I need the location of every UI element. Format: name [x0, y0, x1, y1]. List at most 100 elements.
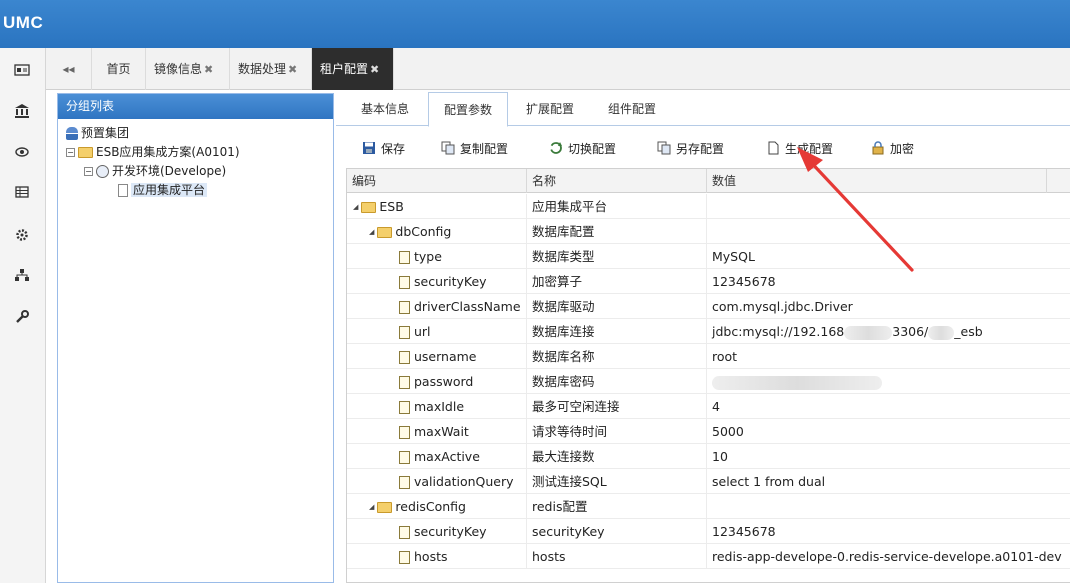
- tab-extended-config[interactable]: 扩展配置: [510, 92, 590, 126]
- cell-value[interactable]: 12345678: [707, 269, 1070, 294]
- cell-value[interactable]: 4: [707, 394, 1070, 419]
- table-row[interactable]: url 数据库连接 jdbc:mysql://192.168 3306/ _esb: [347, 319, 1070, 344]
- config-tree-grid: 编码 名称 数值 ◢ ESB 应用集成平台 ◢ dbConfig 数据库配置 type 数据库…: [346, 168, 1070, 583]
- cell-value[interactable]: redis-app-develope-0.redis-service-devel…: [707, 544, 1070, 569]
- tab-data-processing[interactable]: 数据处理 ✖: [230, 48, 312, 90]
- folder-icon: [377, 227, 393, 238]
- cell-code: url: [347, 319, 527, 344]
- tab-tenant-config[interactable]: 租户配置 ✖: [312, 48, 394, 90]
- document-icon: [399, 376, 410, 389]
- table-row[interactable]: maxWait 请求等待时间 5000: [347, 419, 1070, 444]
- table-row[interactable]: ◢ redisConfig redis配置: [347, 494, 1070, 519]
- collapse-toggle-icon[interactable]: −: [66, 148, 75, 157]
- table-row[interactable]: type 数据库类型 MySQL: [347, 244, 1070, 269]
- page-tab-bar: ◂◂ 首页 镜像信息 ✖ 数据处理 ✖ 租户配置 ✖: [46, 48, 1070, 90]
- table-row[interactable]: password 数据库密码: [347, 369, 1070, 394]
- copy-icon: [657, 141, 671, 155]
- tree-node-esb-solution[interactable]: − ESB应用集成方案(A0101): [66, 143, 240, 161]
- document-icon: [399, 476, 410, 489]
- table-row[interactable]: driverClassName 数据库驱动 com.mysql.jdbc.Drive…: [347, 294, 1070, 319]
- collapse-toggle-icon[interactable]: −: [84, 167, 93, 176]
- panel-title: 分组列表: [58, 94, 333, 119]
- cell-name: 数据库配置: [527, 219, 707, 244]
- encrypt-button[interactable]: 加密: [871, 139, 914, 159]
- tree-node-app-platform[interactable]: 应用集成平台: [118, 181, 208, 199]
- tab-config-params[interactable]: 配置参数: [428, 92, 508, 127]
- code-text: securityKey: [414, 524, 487, 539]
- cell-code: securityKey: [347, 269, 527, 294]
- save-button[interactable]: 保存: [362, 139, 405, 159]
- button-label: 加密: [890, 142, 915, 156]
- cell-value[interactable]: 12345678: [707, 519, 1070, 544]
- bank-icon[interactable]: [14, 103, 30, 119]
- grid-header: 编码 名称 数值: [347, 169, 1070, 193]
- sitemap-icon[interactable]: [14, 267, 30, 283]
- switch-config-button[interactable]: 切换配置: [549, 139, 616, 159]
- cell-name: 请求等待时间: [527, 419, 707, 444]
- content-tab-strip: 基本信息 配置参数 扩展配置 组件配置: [336, 90, 1070, 127]
- button-label: 生成配置: [785, 142, 834, 156]
- eye-icon[interactable]: [14, 144, 30, 160]
- table-row[interactable]: username 数据库名称 root: [347, 344, 1070, 369]
- table-row[interactable]: ◢ ESB 应用集成平台: [347, 194, 1070, 219]
- cell-value[interactable]: [707, 219, 1070, 244]
- cell-value[interactable]: 10: [707, 444, 1070, 469]
- code-text: type: [414, 249, 442, 264]
- table-row[interactable]: hosts hosts redis-app-develope-0.redis-ser…: [347, 544, 1070, 569]
- tree-node-preset-group[interactable]: 预置集团: [66, 124, 129, 142]
- column-header-code[interactable]: 编码: [347, 169, 527, 193]
- cell-code: ◢ dbConfig: [347, 219, 527, 244]
- cell-value[interactable]: MySQL: [707, 244, 1070, 269]
- document-icon: [399, 451, 410, 464]
- table-row[interactable]: securityKey 加密算子 12345678: [347, 269, 1070, 294]
- generate-config-button[interactable]: 生成配置: [766, 139, 833, 159]
- document-icon: [399, 276, 410, 289]
- column-header-name[interactable]: 名称: [527, 169, 707, 193]
- table-row[interactable]: maxIdle 最多可空闲连接 4: [347, 394, 1070, 419]
- column-header-value[interactable]: 数值: [707, 169, 1047, 193]
- id-card-icon[interactable]: [14, 62, 30, 78]
- document-icon: [399, 551, 410, 564]
- cell-value[interactable]: root: [707, 344, 1070, 369]
- tree-node-dev-env[interactable]: − 开发环境(Develope): [84, 162, 226, 180]
- tab-home[interactable]: 首页: [92, 48, 146, 90]
- code-text: maxWait: [414, 424, 469, 439]
- tab-scroll-left-button[interactable]: ◂◂: [46, 48, 92, 90]
- table-row[interactable]: maxActive 最大连接数 10: [347, 444, 1070, 469]
- copy-config-button[interactable]: 复制配置: [441, 139, 508, 159]
- close-icon[interactable]: ✖: [370, 63, 379, 76]
- cell-value[interactable]: jdbc:mysql://192.168 3306/ _esb: [707, 319, 1070, 344]
- table-row[interactable]: validationQuery 测试连接SQL select 1 from dual: [347, 469, 1070, 494]
- button-label: 保存: [381, 142, 406, 156]
- cell-value[interactable]: 5000: [707, 419, 1070, 444]
- gear-icon[interactable]: [14, 227, 30, 243]
- list-icon[interactable]: [14, 184, 30, 200]
- close-icon[interactable]: ✖: [204, 63, 213, 76]
- button-label: 切换配置: [568, 142, 617, 156]
- code-text: maxActive: [414, 449, 480, 464]
- wrench-icon[interactable]: [14, 309, 30, 325]
- tab-image-info[interactable]: 镜像信息 ✖: [146, 48, 230, 90]
- cell-value[interactable]: [707, 369, 1070, 394]
- code-text: url: [414, 324, 431, 339]
- close-icon[interactable]: ✖: [288, 63, 297, 76]
- expand-toggle-icon[interactable]: ◢: [353, 203, 358, 211]
- table-row[interactable]: securityKey securityKey 12345678: [347, 519, 1070, 544]
- value-text: _esb: [954, 324, 983, 339]
- expand-toggle-icon[interactable]: ◢: [369, 228, 374, 236]
- save-as-config-button[interactable]: 另存配置: [657, 139, 724, 159]
- tab-component-config[interactable]: 组件配置: [592, 92, 672, 126]
- cell-value[interactable]: [707, 494, 1070, 519]
- expand-toggle-icon[interactable]: ◢: [369, 503, 374, 511]
- cell-value[interactable]: select 1 from dual: [707, 469, 1070, 494]
- globe-icon: [96, 165, 109, 178]
- table-row[interactable]: ◢ dbConfig 数据库配置: [347, 219, 1070, 244]
- tree-node-label: ESB应用集成方案(A0101): [96, 145, 240, 159]
- cell-value[interactable]: [707, 194, 1070, 219]
- floppy-icon: [363, 142, 375, 154]
- refresh-icon: [550, 142, 562, 154]
- tab-basic-info[interactable]: 基本信息: [346, 92, 424, 126]
- cell-value[interactable]: com.mysql.jdbc.Driver: [707, 294, 1070, 319]
- left-icon-sidebar: [0, 48, 46, 583]
- cell-name: hosts: [527, 544, 707, 569]
